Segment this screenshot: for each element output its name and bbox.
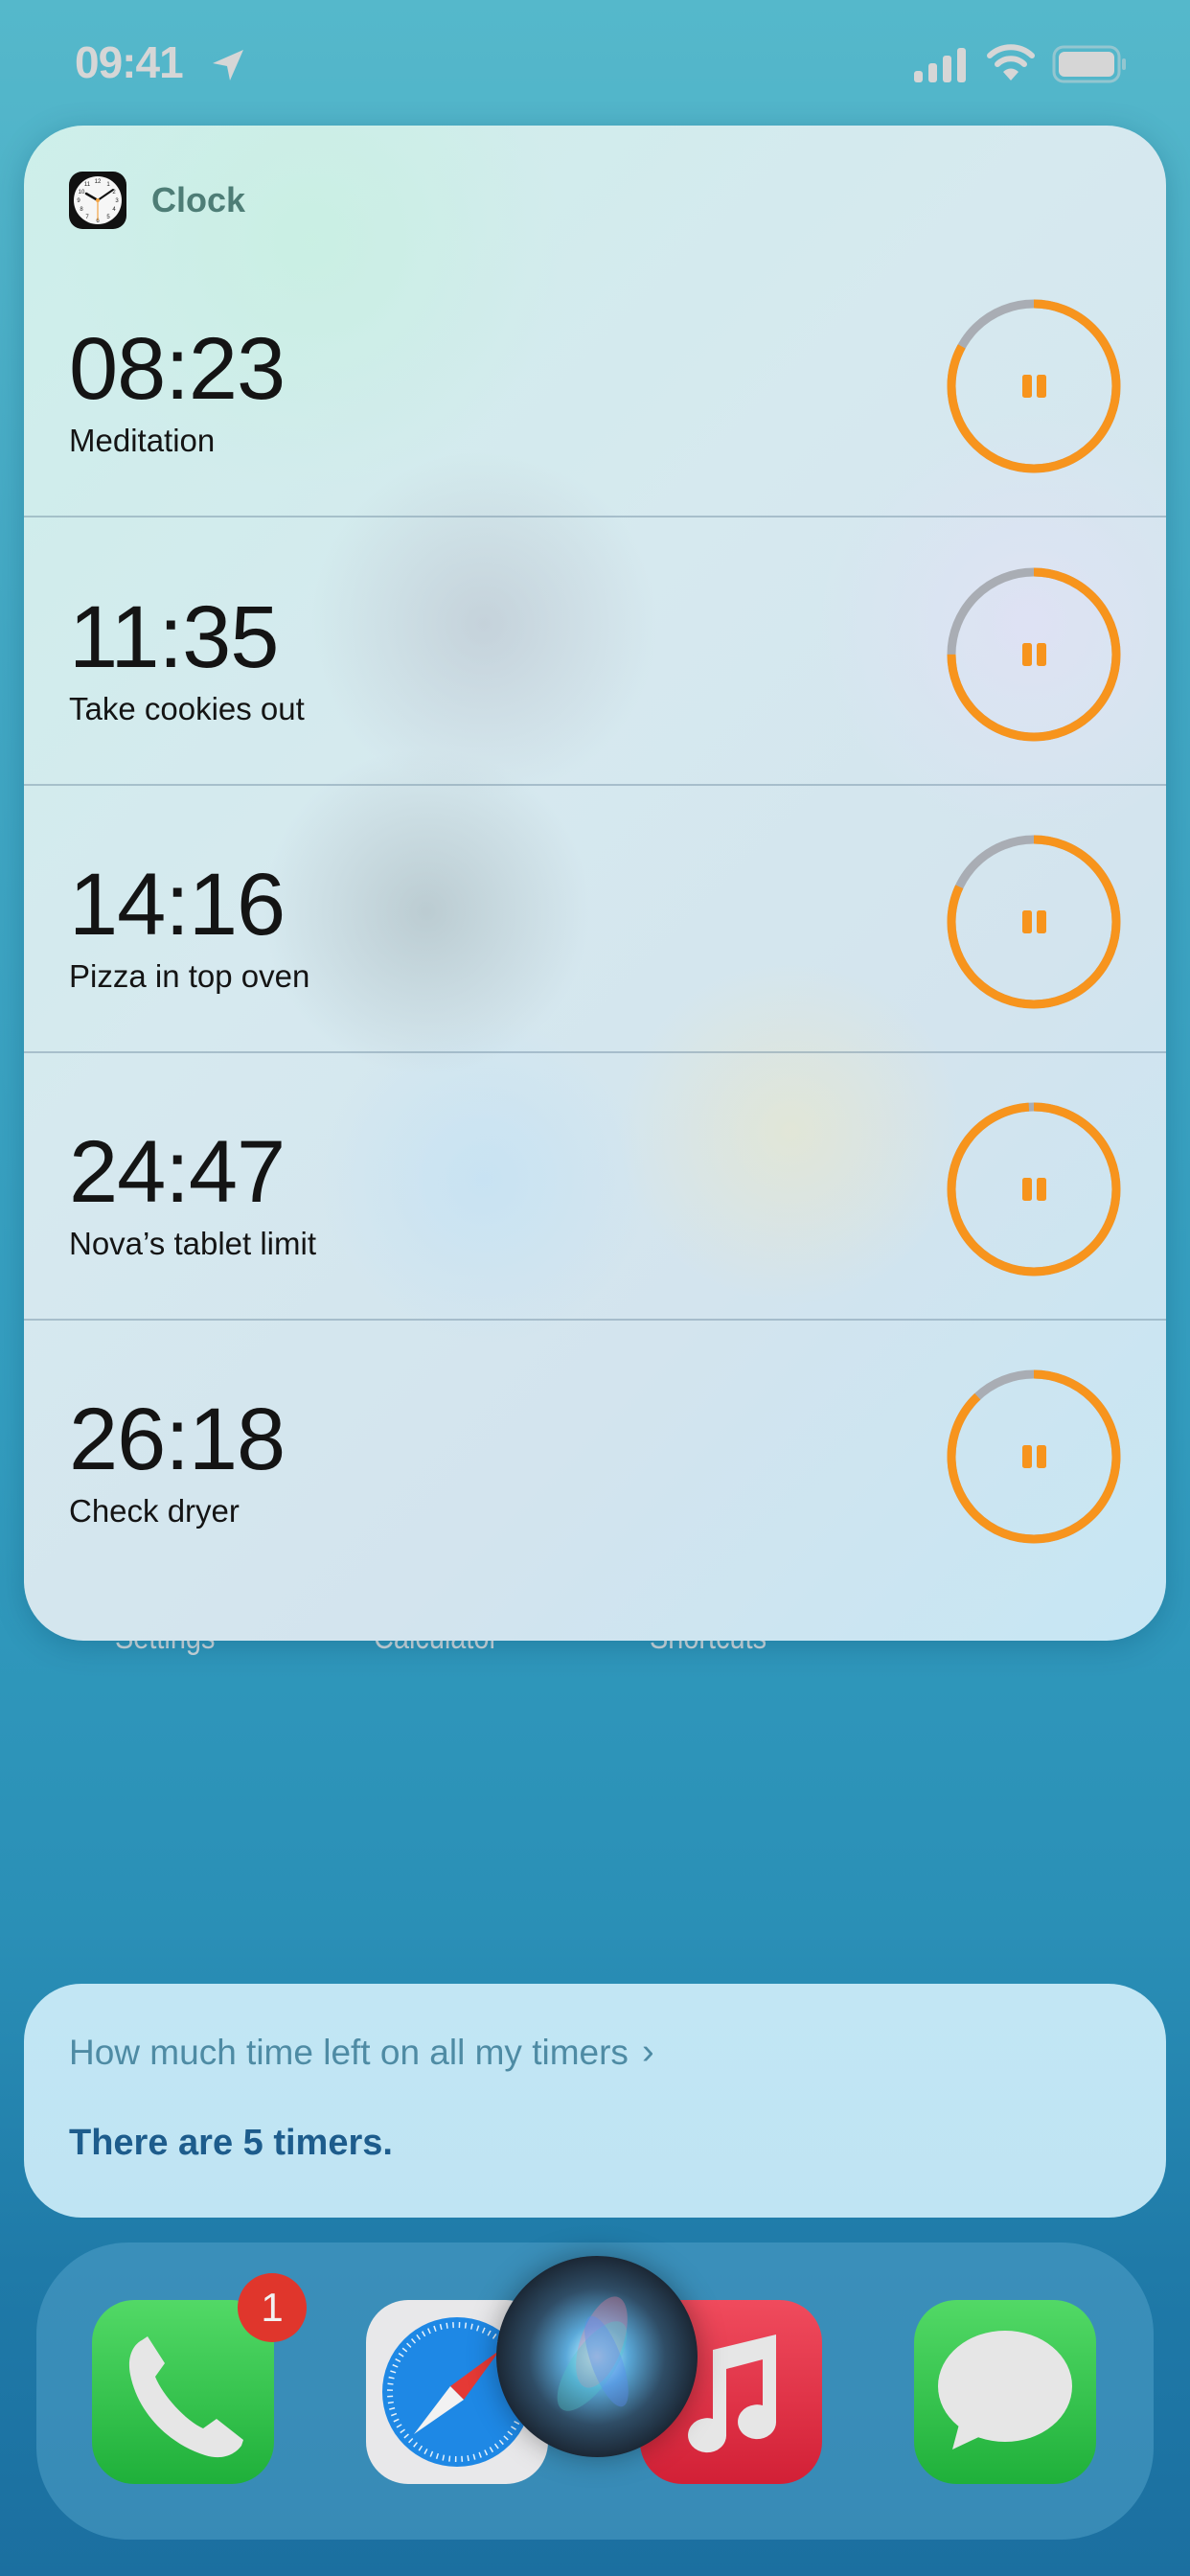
siri-query-text: How much time left on all my timers	[69, 2032, 629, 2072]
siri-orb-icon[interactable]	[496, 2256, 698, 2457]
timer-time: 26:18	[69, 1391, 286, 1488]
timer-label: Take cookies out	[69, 691, 305, 726]
timer-row[interactable]: 08:23 Meditation	[24, 250, 1166, 518]
timer-progress-arc	[947, 1102, 1121, 1276]
clock-app-icon: 12 1 2 345 678 9 10 11	[69, 172, 126, 229]
wifi-icon	[987, 44, 1035, 80]
timer-row[interactable]: 14:16 Pizza in top oven	[24, 786, 1166, 1053]
dock-app-messages[interactable]	[914, 2300, 1096, 2484]
app-name: Clock	[151, 180, 246, 219]
chevron-right-icon: ›	[641, 2032, 654, 2072]
timer-label: Meditation	[69, 423, 216, 458]
timer-label: Pizza in top oven	[69, 958, 310, 994]
message-bubble-icon	[938, 2331, 1072, 2450]
timer-time: 08:23	[69, 320, 286, 418]
pause-button[interactable]	[946, 1368, 1122, 1545]
location-arrow-icon	[213, 50, 243, 80]
pause-button[interactable]	[946, 298, 1122, 474]
battery-icon	[1052, 45, 1126, 83]
timer-label: Nova’s tablet limit	[69, 1226, 316, 1261]
notification-badge: 1	[238, 2273, 307, 2342]
timer-row[interactable]: 26:18 Check dryer	[24, 1321, 1166, 1588]
pause-icon	[1022, 910, 1046, 933]
pause-icon	[1022, 1178, 1046, 1201]
pause-button[interactable]	[946, 566, 1122, 743]
timer-label: Check dryer	[69, 1493, 240, 1529]
status-time: 09:41	[75, 37, 184, 87]
timer-time: 11:35	[69, 588, 279, 686]
timer-time: 24:47	[69, 1123, 286, 1221]
svg-text:10: 10	[79, 190, 85, 196]
pause-button[interactable]	[946, 834, 1122, 1010]
svg-text:12: 12	[95, 179, 102, 185]
timer-row[interactable]: 11:35 Take cookies out	[24, 518, 1166, 786]
cellular-signal-icon	[914, 48, 966, 82]
timer-row[interactable]: 24:47 Nova’s tablet limit	[24, 1053, 1166, 1321]
pause-icon	[1022, 643, 1046, 666]
clock-timers-card[interactable]: 12 1 2 345 678 9 10 11 Clock 08:23 Meditatio…	[24, 126, 1166, 1641]
pause-button[interactable]	[946, 1101, 1122, 1277]
siri-query[interactable]: How much time left on all my timers ›	[69, 2032, 654, 2073]
siri-answer: There are 5 timers.	[69, 2123, 393, 2163]
status-bar: 09:41	[0, 0, 1190, 125]
timer-progress-arc	[947, 1369, 1121, 1544]
siri-response-card: How much time left on all my timers › Th…	[24, 1984, 1166, 2218]
pause-icon	[1022, 375, 1046, 398]
pause-icon	[1022, 1445, 1046, 1468]
svg-text:11: 11	[84, 182, 91, 188]
timer-time: 14:16	[69, 856, 286, 954]
card-header: 12 1 2 345 678 9 10 11 Clock	[69, 172, 245, 229]
